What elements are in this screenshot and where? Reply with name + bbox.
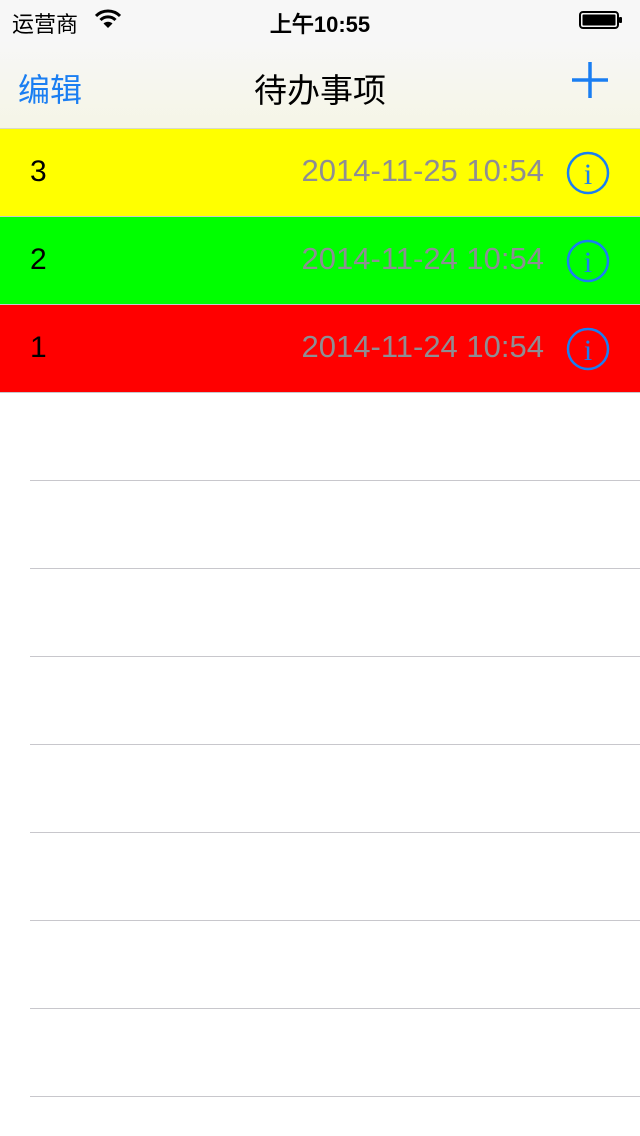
info-icon[interactable]: i — [566, 327, 610, 371]
empty-row — [30, 921, 640, 1009]
svg-text:i: i — [584, 246, 592, 279]
svg-text:i: i — [584, 334, 592, 367]
info-icon[interactable]: i — [566, 151, 610, 195]
empty-row — [30, 833, 640, 921]
empty-row — [30, 657, 640, 745]
navigation-bar: 编辑 待办事项 — [0, 40, 640, 129]
empty-row — [30, 745, 640, 833]
todo-name: 3 — [30, 155, 47, 188]
todo-name: 1 — [30, 331, 47, 364]
info-icon[interactable]: i — [566, 239, 610, 283]
status-time: 上午10:55 — [269, 12, 371, 37]
todo-row[interactable]: 2 2014-11-24 10:54 i — [0, 217, 640, 305]
todo-row[interactable]: 3 2014-11-25 10:54 i — [0, 129, 640, 217]
todo-date: 2014-11-25 10:54 — [301, 153, 544, 188]
todo-date: 2014-11-24 10:54 — [301, 329, 544, 364]
svg-text:i: i — [584, 158, 592, 191]
empty-row — [30, 393, 640, 481]
empty-row — [30, 569, 640, 657]
empty-row — [30, 1009, 640, 1097]
empty-row — [30, 481, 640, 569]
plus-icon[interactable] — [571, 61, 609, 99]
todo-name: 2 — [30, 243, 47, 276]
todo-row[interactable]: 1 2014-11-24 10:54 i — [0, 305, 640, 393]
page-title: 待办事项 — [254, 72, 386, 109]
status-bar: 运营商 上午10:55 — [0, 0, 640, 40]
todo-date: 2014-11-24 10:54 — [301, 241, 544, 276]
todo-list: 3 2014-11-25 10:54 i 2 2014-11-24 10:54 … — [0, 129, 640, 1097]
battery-icon — [579, 11, 622, 29]
